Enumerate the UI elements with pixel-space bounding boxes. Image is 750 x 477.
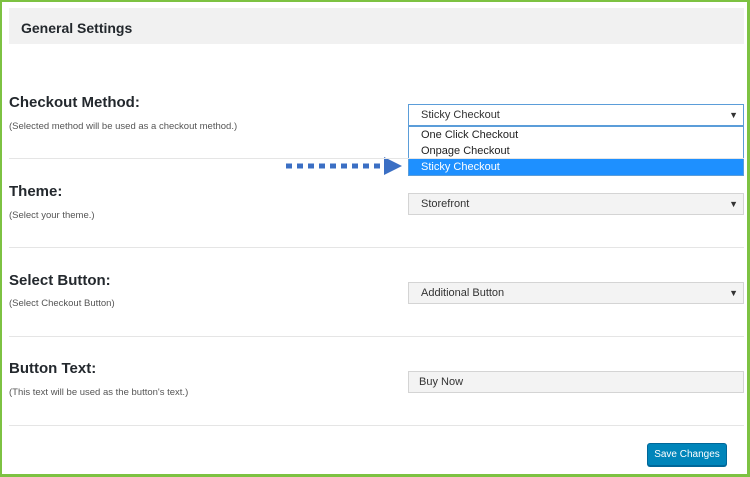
checkout-method-selected-value: Sticky Checkout (421, 109, 500, 121)
button-text-description: (This text will be used as the button's … (9, 387, 189, 398)
checkout-method-label: Checkout Method: (9, 94, 140, 111)
divider (9, 247, 744, 248)
divider (9, 425, 744, 426)
theme-selected-value: Storefront (421, 198, 470, 210)
theme-label: Theme: (9, 183, 63, 200)
dropdown-option-one-click[interactable]: One Click Checkout (409, 127, 743, 143)
select-button-select[interactable]: Additional Button ▼ (408, 282, 744, 304)
select-button-label: Select Button: (9, 272, 111, 289)
chevron-down-icon: ▼ (729, 110, 738, 120)
checkout-method-dropdown: One Click Checkout Onpage Checkout Stick… (408, 126, 744, 176)
button-text-input[interactable]: Buy Now (408, 371, 744, 393)
settings-panel: General Settings Checkout Method: (Selec… (0, 0, 750, 477)
select-button-description: (Select Checkout Button) (9, 298, 115, 309)
chevron-down-icon: ▼ (729, 199, 738, 209)
dropdown-option-sticky[interactable]: Sticky Checkout (409, 159, 743, 175)
dropdown-option-onpage[interactable]: Onpage Checkout (409, 143, 743, 159)
save-changes-button[interactable]: Save Changes (647, 443, 727, 466)
divider (9, 336, 744, 337)
section-title: General Settings (21, 20, 133, 36)
section-header: General Settings (9, 8, 744, 44)
theme-description: (Select your theme.) (9, 210, 95, 221)
theme-select[interactable]: Storefront ▼ (408, 193, 744, 215)
button-text-label: Button Text: (9, 360, 97, 377)
checkout-method-select[interactable]: Sticky Checkout ▼ (408, 104, 744, 126)
divider (9, 158, 744, 159)
chevron-down-icon: ▼ (729, 288, 738, 298)
checkout-method-description: (Selected method will be used as a check… (9, 121, 238, 132)
pointer-arrow-icon (286, 157, 402, 175)
select-button-selected-value: Additional Button (421, 287, 505, 299)
